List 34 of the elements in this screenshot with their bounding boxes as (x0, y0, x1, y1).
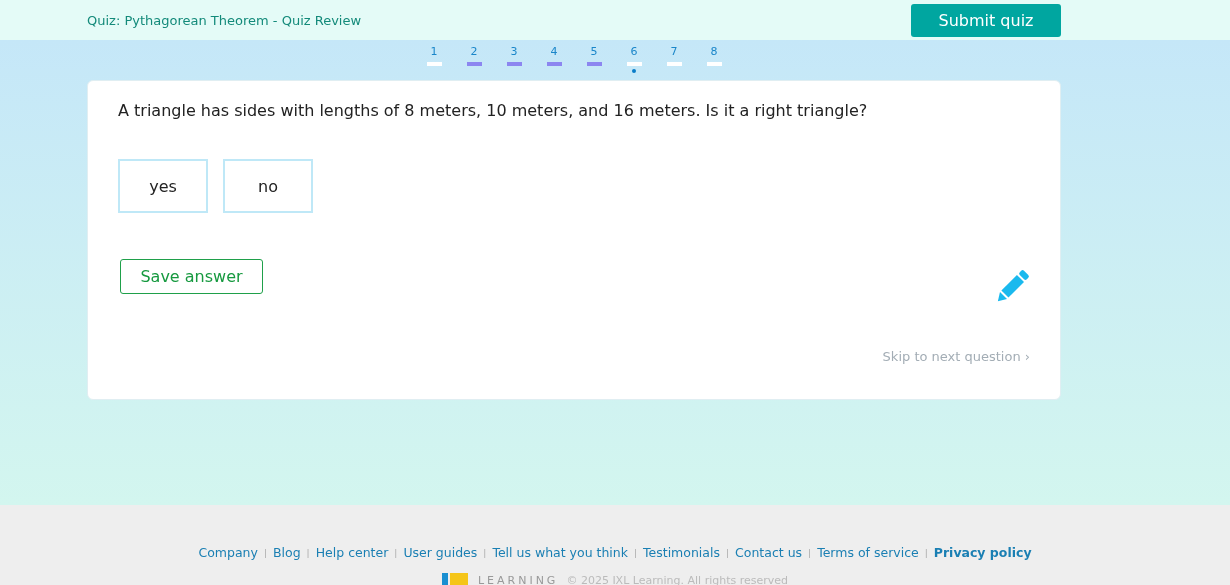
footer-link[interactable]: Blog (272, 545, 301, 560)
separator: | (394, 547, 398, 558)
question-number-tab[interactable]: 6 (626, 45, 642, 80)
question-number-tab[interactable]: 4 (546, 45, 562, 80)
footer-link[interactable]: Privacy policy (933, 545, 1032, 560)
question-prompt: A triangle has sides with lengths of 8 meters, 10 meters, and 16 meters. Is it a right triangle? (118, 101, 869, 120)
separator: | (263, 547, 267, 558)
separator: | (726, 547, 730, 558)
save-answer-button[interactable]: Save answer (120, 259, 263, 294)
separator: | (483, 547, 487, 558)
footer-link[interactable]: Testimonials (643, 545, 720, 560)
question-number-tab[interactable]: 1 (426, 45, 442, 80)
footer-link[interactable]: Contact us (735, 545, 803, 560)
logo-icon (441, 573, 470, 585)
answer-choice[interactable]: yes (118, 159, 208, 213)
question-number-tab[interactable]: 5 (586, 45, 602, 80)
question-number-tab[interactable]: 2 (466, 45, 482, 80)
footer-link[interactable]: Tell us what you think (492, 545, 628, 560)
logo-text: LEARNING (477, 573, 559, 585)
question-number-tab[interactable]: 3 (506, 45, 522, 80)
separator: | (808, 547, 812, 558)
separator: | (924, 547, 928, 558)
submit-quiz-button[interactable]: Submit quiz (911, 3, 1061, 37)
separator: | (306, 547, 310, 558)
skip-question-link[interactable]: Skip to next question › (882, 349, 1030, 364)
question-number-tab[interactable]: 8 (706, 45, 722, 80)
footer-link[interactable]: Company (198, 545, 258, 560)
footer-link[interactable]: User guides (403, 545, 478, 560)
answer-choice[interactable]: no (223, 159, 313, 213)
quiz-title: Quiz: Pythagorean Theorem - Quiz Review (87, 12, 362, 28)
footer-link[interactable]: Help center (315, 545, 389, 560)
question-number-tab[interactable]: 7 (666, 45, 682, 80)
footer-link[interactable]: Terms of service (817, 545, 919, 560)
separator: | (634, 547, 638, 558)
